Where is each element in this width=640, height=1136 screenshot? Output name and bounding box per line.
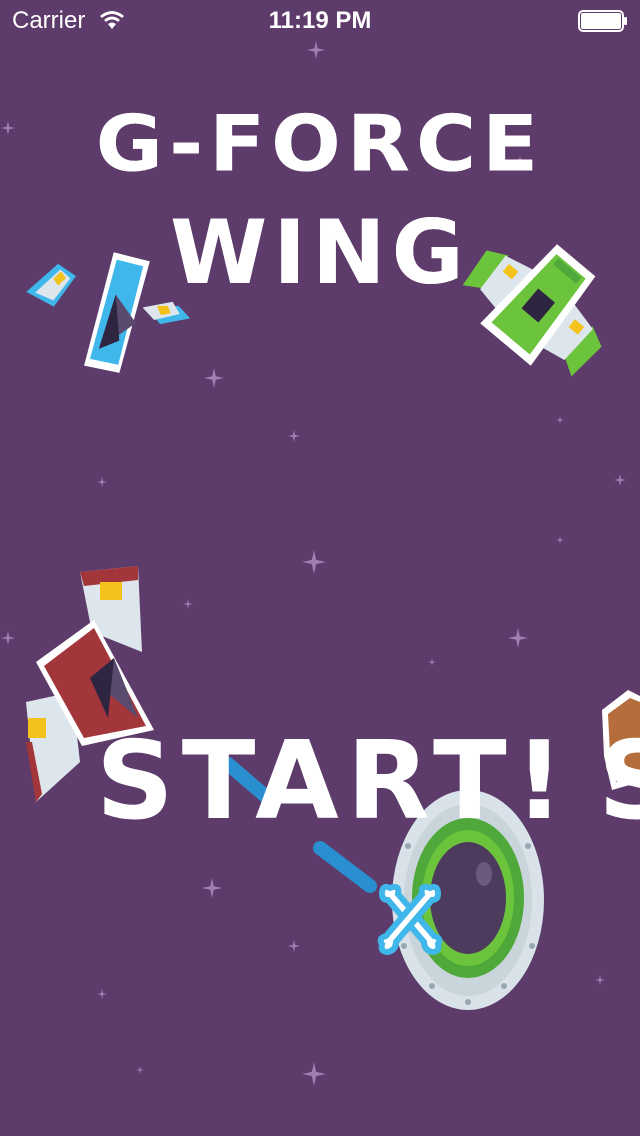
star-sparkle xyxy=(288,430,300,442)
star-sparkle xyxy=(516,156,524,164)
star-sparkle xyxy=(307,41,325,59)
star-sparkle xyxy=(508,628,528,648)
crossed-bones-icon xyxy=(377,883,443,956)
start-button[interactable]: START! xyxy=(96,722,564,842)
status-bar: Carrier 11:19 PM xyxy=(0,0,640,40)
start-button-edge[interactable]: S xyxy=(598,722,640,842)
star-sparkle xyxy=(302,550,326,574)
star-sparkle xyxy=(136,1066,144,1074)
game-screen: Carrier 11:19 PM G-FORCE WING START! S xyxy=(0,0,640,1136)
star-sparkle xyxy=(204,368,224,388)
star-sparkle xyxy=(1,121,15,135)
star-sparkle xyxy=(614,474,626,486)
star-sparkle xyxy=(556,536,564,544)
star-sparkle xyxy=(302,1062,326,1086)
star-sparkle xyxy=(1,631,15,645)
star-sparkle xyxy=(595,975,605,985)
blue-ship-icon xyxy=(26,252,191,373)
battery-icon xyxy=(578,10,627,32)
star-sparkle xyxy=(428,658,436,666)
star-sparkle xyxy=(556,416,564,424)
green-ship-icon xyxy=(462,244,602,377)
star-sparkle xyxy=(97,989,107,999)
star-sparkle xyxy=(183,599,193,609)
status-clock: 11:19 PM xyxy=(268,7,372,34)
star-sparkle xyxy=(97,477,107,487)
star-sparkle xyxy=(288,940,300,952)
